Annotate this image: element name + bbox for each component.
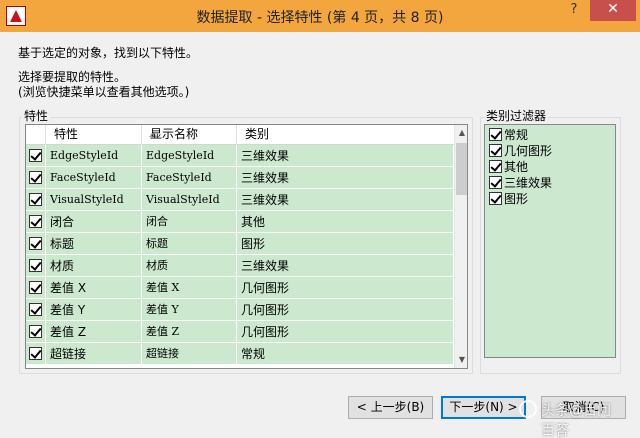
row-checkbox-cell[interactable] [26, 255, 46, 277]
checkbox-checked[interactable] [29, 303, 42, 316]
filter-item[interactable]: 其他 [487, 159, 613, 175]
window-title: 数据提取 - 选择特性 (第 4 页，共 8 页) [196, 10, 444, 26]
filter-checkbox[interactable] [489, 128, 502, 141]
next-button[interactable]: 下一步(N) > [441, 396, 526, 419]
filter-item[interactable]: 几何图形 [487, 143, 613, 159]
row-property-name: FaceStyleId [46, 167, 142, 189]
header-category[interactable]: 类别 [237, 125, 454, 145]
watermark-text: 头条@百问百答 [541, 403, 611, 438]
watermark: 头条@百问百答 [519, 397, 619, 438]
row-checkbox-cell[interactable] [26, 277, 46, 299]
filter-item-label: 其他 [504, 160, 529, 174]
checkbox-checked[interactable] [29, 325, 42, 338]
filter-item-label: 几何图形 [504, 144, 553, 158]
filter-checkbox[interactable] [489, 144, 502, 157]
close-button[interactable]: ✕ [590, 0, 636, 21]
watermark-logo-icon [519, 400, 537, 418]
filter-item[interactable]: 图形 [487, 191, 613, 207]
filter-group-label: 类别过滤器 [484, 107, 549, 124]
description-found: 基于选定的对象，找到以下特性。 [18, 46, 199, 60]
scroll-thumb[interactable] [456, 143, 467, 195]
row-category: 几何图形 [237, 321, 454, 343]
table-row[interactable]: 闭合 闭合 其他 [26, 211, 454, 233]
scroll-up-icon[interactable]: ▲ [455, 125, 467, 141]
table-header: 特性 显示名称 类别 [26, 125, 454, 145]
row-display-name[interactable]: FaceStyleId [142, 167, 237, 189]
row-category: 三维效果 [237, 255, 454, 277]
category-filter-list: 常规几何图形其他三维效果图形 [484, 124, 616, 358]
filter-item[interactable]: 三维效果 [487, 175, 613, 191]
row-display-name[interactable]: 差值 Z [142, 321, 237, 343]
filter-checkbox[interactable] [489, 192, 502, 205]
header-check-column[interactable] [26, 125, 46, 145]
row-checkbox-cell[interactable] [26, 321, 46, 343]
row-category: 三维效果 [237, 189, 454, 211]
row-display-name[interactable]: EdgeStyleId [142, 145, 237, 167]
row-property-name: 闭合 [46, 211, 142, 233]
checkbox-checked[interactable] [29, 281, 42, 294]
title-bar: 数据提取 - 选择特性 (第 4 页，共 8 页) ? ✕ [0, 0, 640, 32]
row-category: 几何图形 [237, 299, 454, 321]
row-checkbox-cell[interactable] [26, 189, 46, 211]
checkbox-checked[interactable] [29, 347, 42, 360]
row-category: 三维效果 [237, 145, 454, 167]
row-category: 三维效果 [237, 167, 454, 189]
row-checkbox-cell[interactable] [26, 233, 46, 255]
row-display-name[interactable]: 材质 [142, 255, 237, 277]
row-display-name[interactable]: VisualStyleId [142, 189, 237, 211]
table-row[interactable]: VisualStyleId VisualStyleId 三维效果 [26, 189, 454, 211]
row-checkbox-cell[interactable] [26, 299, 46, 321]
filter-item[interactable]: 常规 [487, 127, 613, 143]
row-category: 常规 [237, 343, 454, 365]
header-display-name[interactable]: 显示名称 [142, 125, 237, 145]
row-display-name[interactable]: 标题 [142, 233, 237, 255]
checkbox-checked[interactable] [29, 149, 42, 162]
row-checkbox-cell[interactable] [26, 343, 46, 365]
table-row[interactable]: 差值 X 差值 X 几何图形 [26, 277, 454, 299]
help-button[interactable]: ? [560, 0, 588, 21]
row-category: 其他 [237, 211, 454, 233]
scroll-down-icon[interactable]: ▼ [455, 352, 467, 368]
row-checkbox-cell[interactable] [26, 145, 46, 167]
row-display-name[interactable]: 闭合 [142, 211, 237, 233]
row-checkbox-cell[interactable] [26, 211, 46, 233]
filter-item-label: 常规 [504, 128, 529, 142]
row-property-name: 材质 [46, 255, 142, 277]
table-row[interactable]: 差值 Z 差值 Z 几何图形 [26, 321, 454, 343]
back-button[interactable]: < 上一步(B) [348, 396, 433, 419]
filter-item-label: 三维效果 [504, 176, 553, 190]
checkbox-checked[interactable] [29, 171, 42, 184]
table-row[interactable]: 差值 Y 差值 Y 几何图形 [26, 299, 454, 321]
checkbox-checked[interactable] [29, 215, 42, 228]
vertical-scrollbar[interactable]: ▲ ▼ [454, 125, 467, 368]
table-row[interactable]: EdgeStyleId EdgeStyleId 三维效果 [26, 145, 454, 167]
table-row[interactable]: 材质 材质 三维效果 [26, 255, 454, 277]
row-display-name[interactable]: 差值 Y [142, 299, 237, 321]
row-property-name: 差值 Z [46, 321, 142, 343]
row-property-name: 超链接 [46, 343, 142, 365]
properties-table: 特性 显示名称 类别 EdgeStyleId EdgeStyleId 三维效果 Fac… [25, 124, 468, 369]
filter-item-label: 图形 [504, 192, 529, 206]
row-display-name[interactable]: 超链接 [142, 343, 237, 365]
row-category: 几何图形 [237, 277, 454, 299]
table-row[interactable]: 超链接 超链接 常规 [26, 343, 454, 365]
row-category: 图形 [237, 233, 454, 255]
row-checkbox-cell[interactable] [26, 167, 46, 189]
row-property-name: EdgeStyleId [46, 145, 142, 167]
row-property-name: 差值 X [46, 277, 142, 299]
row-property-name: 标题 [46, 233, 142, 255]
row-property-name: 差值 Y [46, 299, 142, 321]
checkbox-checked[interactable] [29, 237, 42, 250]
row-display-name[interactable]: 差值 X [142, 277, 237, 299]
header-property[interactable]: 特性 [46, 125, 157, 145]
filter-checkbox[interactable] [489, 160, 502, 173]
row-property-name: VisualStyleId [46, 189, 142, 211]
description-hint: (浏览快捷菜单以查看其他选项。) [18, 85, 190, 99]
checkbox-checked[interactable] [29, 259, 42, 272]
table-row[interactable]: 标题 标题 图形 [26, 233, 454, 255]
filter-checkbox[interactable] [489, 176, 502, 189]
checkbox-checked[interactable] [29, 193, 42, 206]
table-row[interactable]: FaceStyleId FaceStyleId 三维效果 [26, 167, 454, 189]
properties-group-label: 特性 [22, 107, 51, 124]
